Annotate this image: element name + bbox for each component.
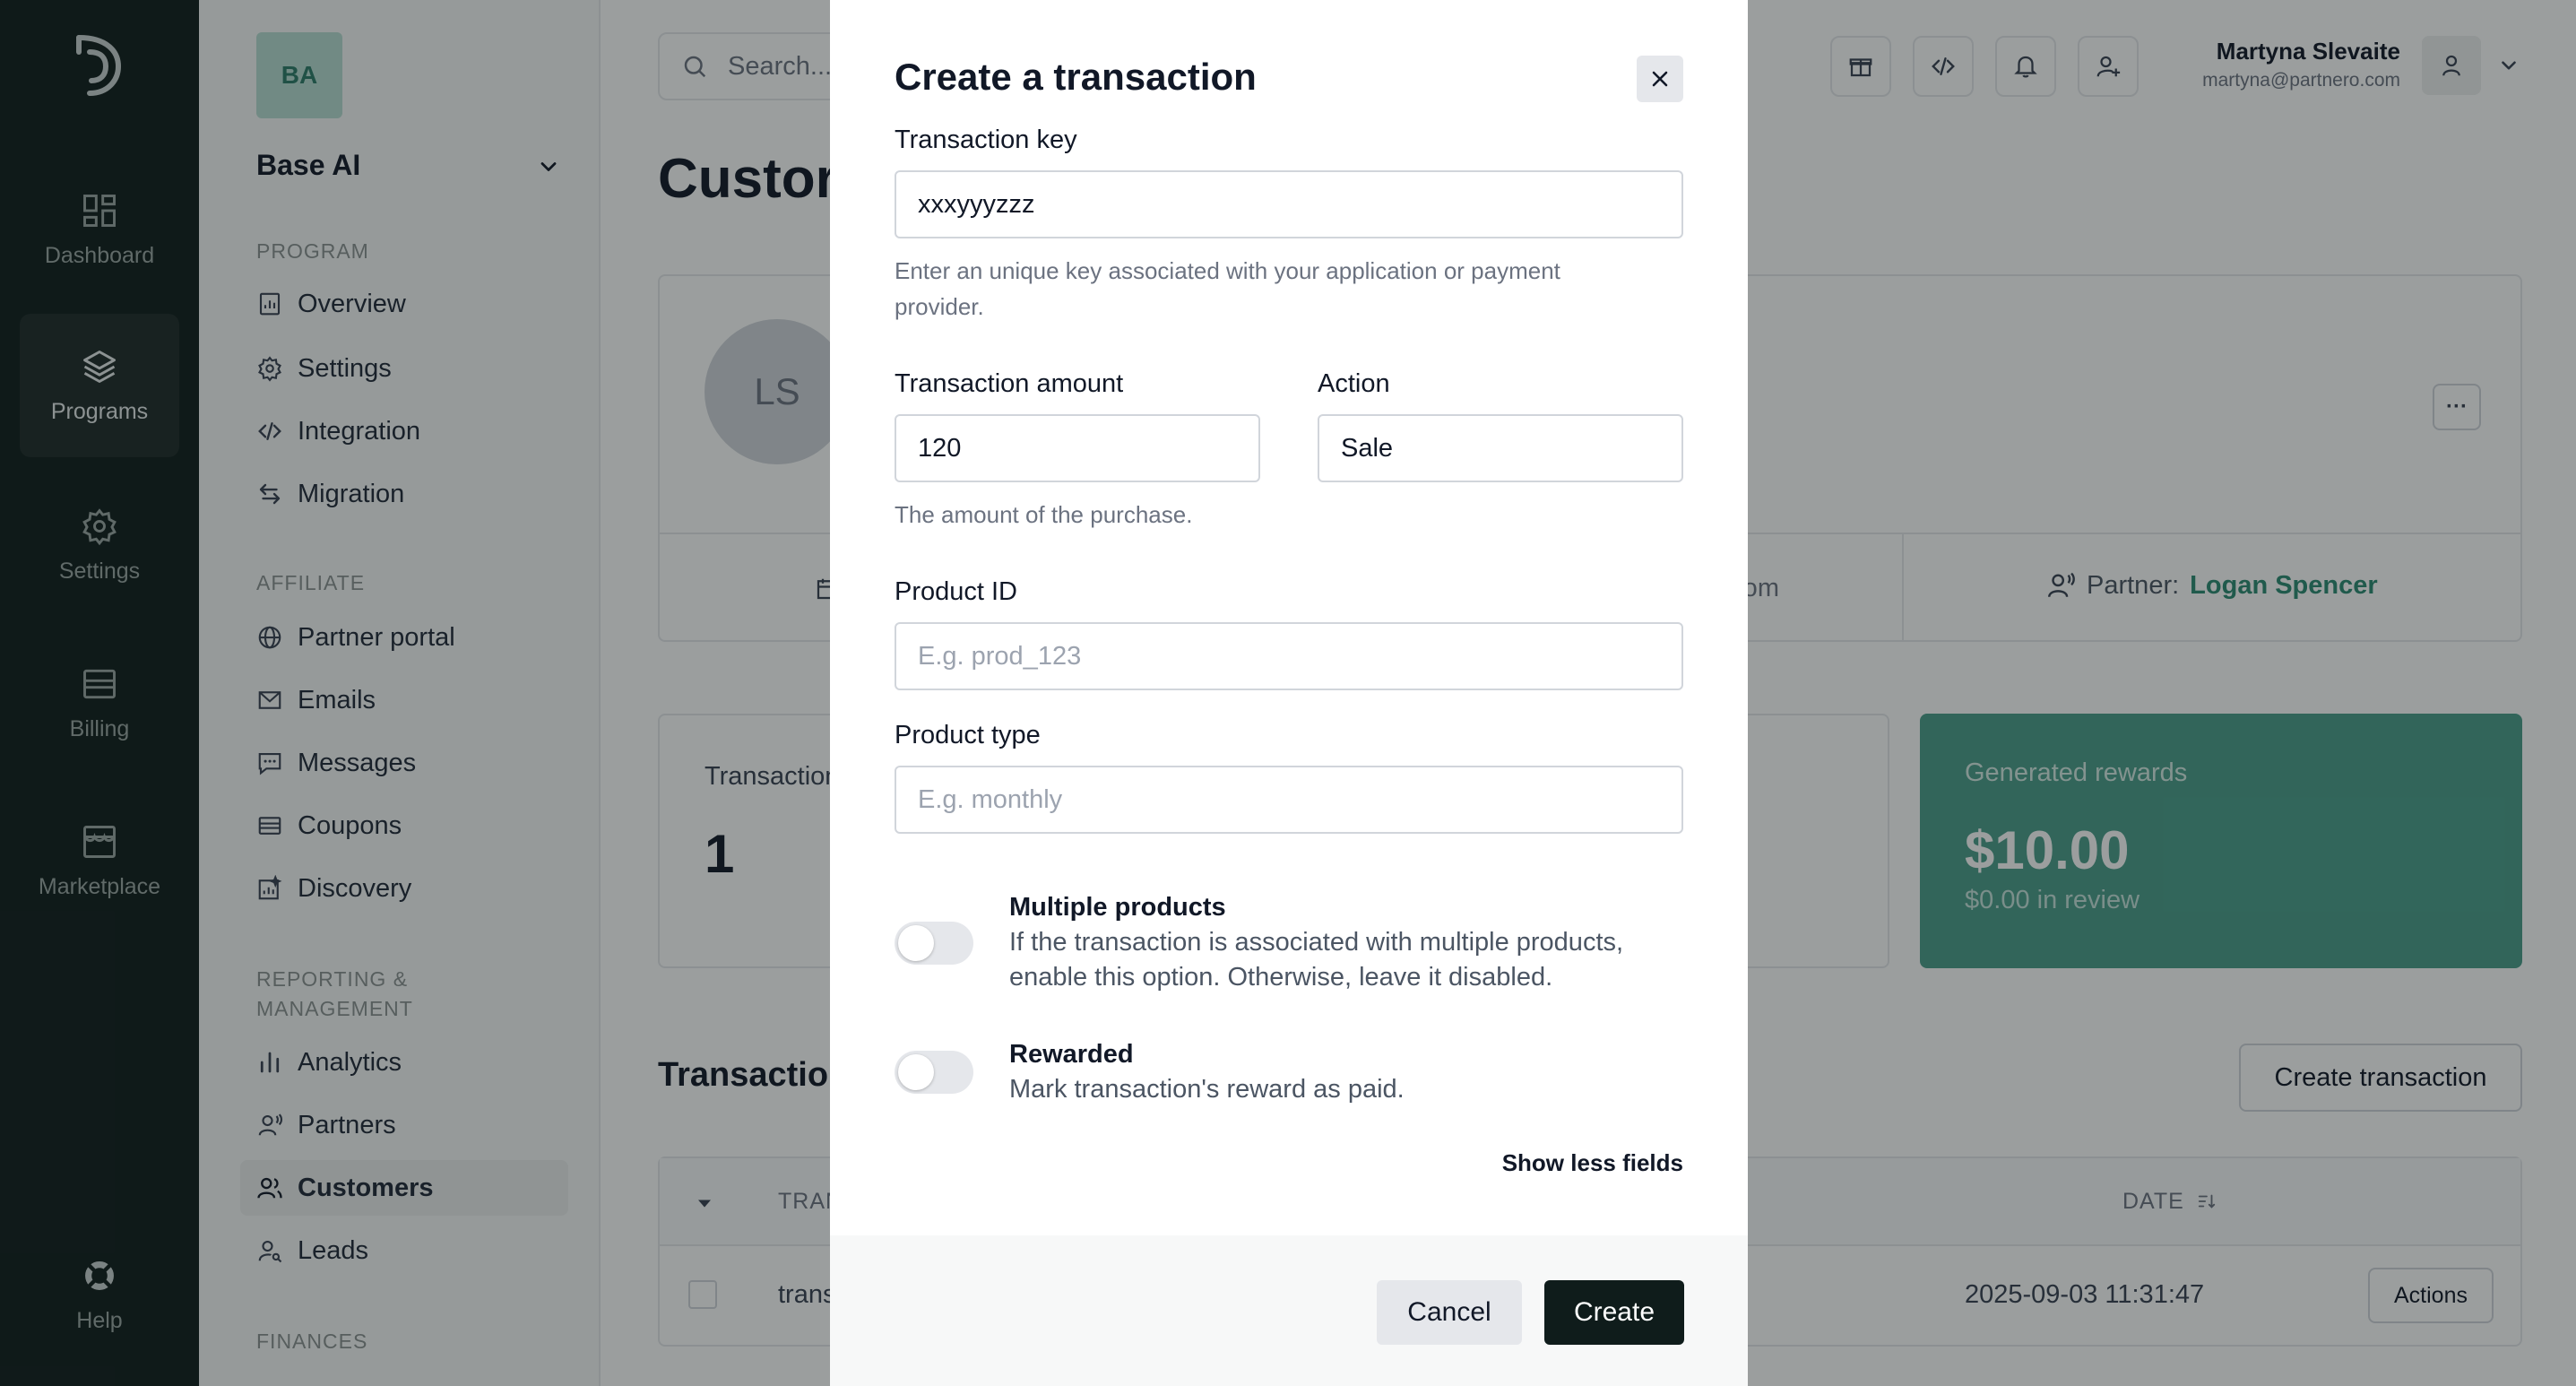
transaction-key-help-line1: Enter an unique key associated with your… [895,257,1560,284]
modal-title: Create a transaction [895,56,1257,98]
product-type-label: Product type [895,721,1041,749]
multiple-products-toggle[interactable] [895,922,973,965]
multiple-products-title: Multiple products [1009,893,1226,922]
transaction-amount-input[interactable] [895,414,1260,482]
multiple-products-desc-line1: If the transaction is associated with mu… [1009,928,1624,957]
action-label: Action [1318,369,1390,398]
modal-footer: Cancel Create [830,1235,1748,1386]
transaction-key-help-line2: provider. [895,293,984,320]
close-button[interactable] [1637,56,1683,102]
create-button[interactable]: Create [1544,1280,1684,1345]
create-transaction-modal: Create a transaction Transaction key Ent… [830,0,1748,1386]
transaction-amount-help: The amount of the purchase. [895,501,1193,528]
multiple-products-desc-line2: enable this option. Otherwise, leave it … [1009,963,1553,992]
toggle-knob [898,1054,934,1090]
action-input[interactable] [1318,414,1683,482]
toggle-knob [898,925,934,961]
product-type-input[interactable] [895,766,1683,834]
close-icon [1652,71,1668,87]
product-id-input[interactable] [895,622,1683,690]
transaction-key-input[interactable] [895,170,1683,238]
product-id-label: Product ID [895,577,1017,606]
rewarded-title: Rewarded [1009,1040,1134,1069]
show-less-fields-link[interactable]: Show less fields [1457,1149,1683,1177]
transaction-amount-label: Transaction amount [895,369,1124,398]
transaction-key-label: Transaction key [895,126,1077,154]
rewarded-toggle[interactable] [895,1051,973,1094]
rewarded-desc: Mark transaction's reward as paid. [1009,1075,1405,1104]
cancel-button[interactable]: Cancel [1377,1280,1522,1345]
